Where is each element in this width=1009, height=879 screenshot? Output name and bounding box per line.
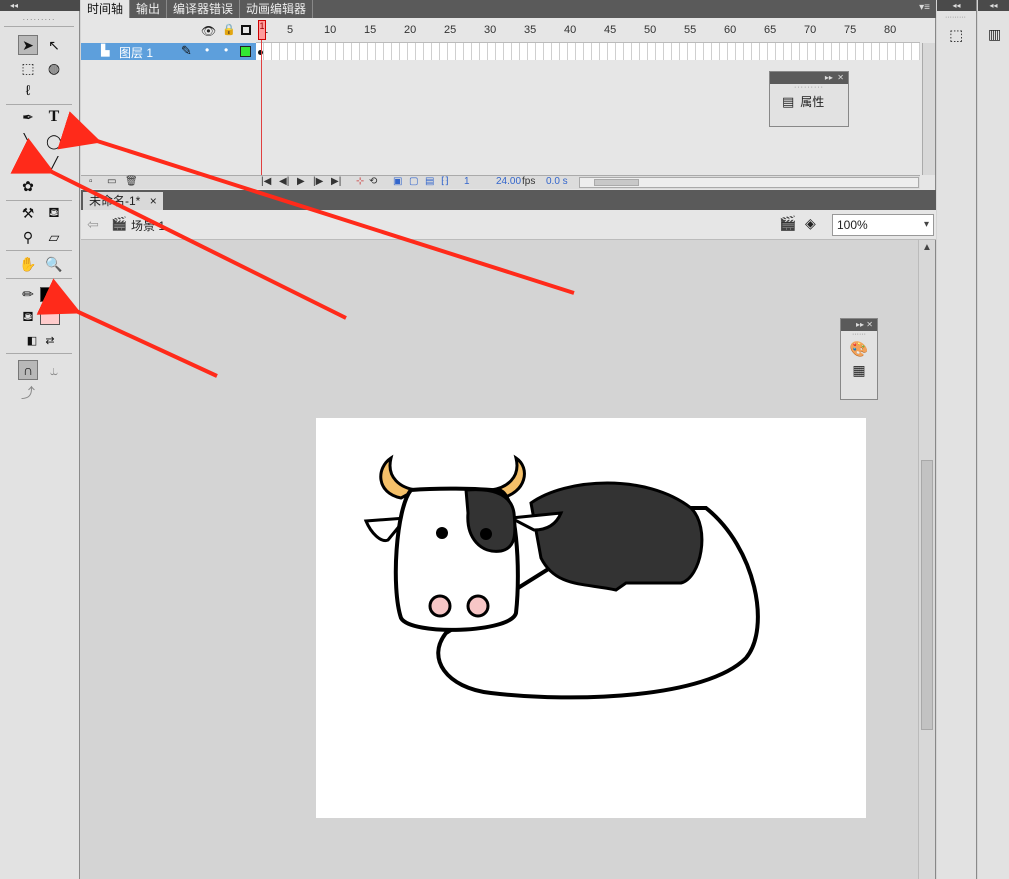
arrow-to-pencil-tool bbox=[10, 137, 347, 320]
arrow-to-oval-tool bbox=[57, 111, 575, 295]
annotation-arrows bbox=[10, 111, 575, 378]
arrow-to-fill-color bbox=[36, 278, 218, 378]
